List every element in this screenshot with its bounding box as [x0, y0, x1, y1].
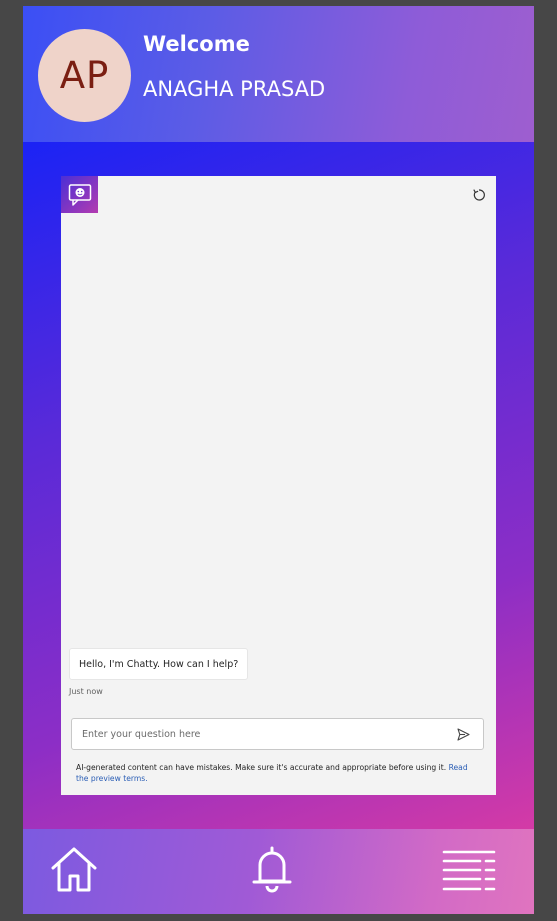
- chat-bot-icon: [61, 176, 98, 213]
- disclaimer-text: AI-generated content can have mistakes. …: [76, 763, 447, 772]
- message-timestamp: Just now: [69, 687, 103, 696]
- question-input[interactable]: [72, 719, 442, 749]
- send-icon[interactable]: [456, 727, 471, 742]
- bell-icon: [252, 846, 292, 893]
- avatar: AP: [38, 29, 131, 122]
- header: AP Welcome ANAGHA PRASAD: [23, 6, 534, 142]
- window-frame-bottom: [0, 914, 557, 921]
- notifications-button[interactable]: [251, 845, 293, 893]
- main-content: Hello, I'm Chatty. How can I help? Just …: [23, 142, 534, 829]
- home-icon: [51, 847, 97, 892]
- question-input-box: [71, 718, 484, 750]
- window-frame-right: [534, 0, 557, 921]
- user-name: ANAGHA PRASAD: [143, 77, 326, 101]
- bot-message: Hello, I'm Chatty. How can I help?: [69, 648, 249, 680]
- welcome-heading: Welcome: [143, 32, 250, 56]
- window-frame-left: [0, 0, 23, 921]
- avatar-initials: AP: [59, 54, 110, 97]
- home-button[interactable]: [50, 846, 98, 892]
- ai-disclaimer: AI-generated content can have mistakes. …: [76, 762, 481, 784]
- refresh-icon[interactable]: [471, 187, 486, 202]
- chatbot-panel: Hello, I'm Chatty. How can I help? Just …: [61, 176, 496, 795]
- bottom-nav: [23, 829, 534, 914]
- menu-icon: [442, 850, 496, 891]
- menu-button[interactable]: [442, 849, 496, 893]
